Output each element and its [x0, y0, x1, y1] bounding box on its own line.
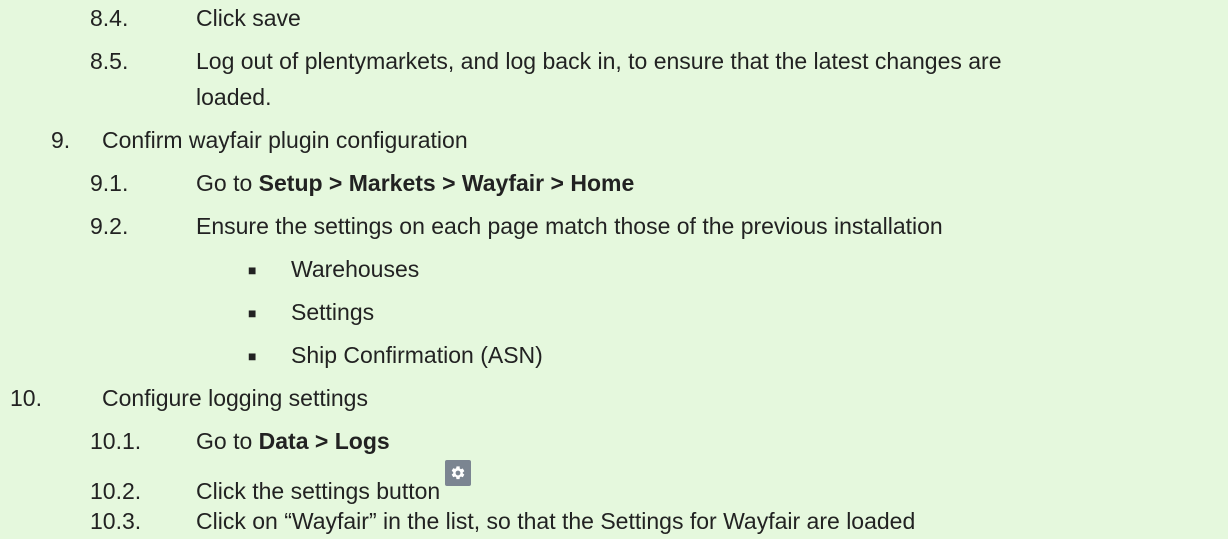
item-number: 10. — [10, 385, 42, 411]
settings-button[interactable] — [445, 460, 471, 486]
item-text: Warehouses — [291, 256, 420, 282]
item-text: Configure logging settings — [102, 385, 368, 411]
item-number: 8.4. — [90, 5, 129, 31]
item-number: 10.2. — [90, 478, 142, 504]
item-number: 9. — [51, 127, 71, 153]
item-text: Log out of plentymarkets, and log back i… — [196, 48, 1002, 74]
item-text: Click on “Wayfair” in the list, so that … — [196, 508, 916, 534]
bullet-square-icon: ■ — [248, 305, 257, 321]
item-number: 10.1. — [90, 428, 142, 454]
menu-path: Data > Logs — [258, 428, 390, 454]
menu-path: Setup > Markets > Wayfair > Home — [258, 170, 635, 196]
item-number: 8.5. — [90, 48, 129, 74]
item-text: Go to Data > Logs — [196, 427, 390, 455]
item-text: Ship Confirmation (ASN) — [291, 342, 543, 368]
item-text: Confirm wayfair plugin configuration — [102, 127, 468, 153]
item-text-continuation: loaded. — [196, 84, 272, 110]
item-text-prefix: Go to — [196, 428, 259, 454]
item-text: Click the settings button — [196, 478, 441, 504]
item-number: 10.3. — [90, 508, 142, 534]
item-text: Ensure the settings on each page match t… — [196, 213, 943, 239]
item-text: Click save — [196, 5, 301, 31]
bullet-square-icon: ■ — [248, 348, 257, 364]
bullet-square-icon: ■ — [248, 262, 257, 278]
item-number: 9.2. — [90, 213, 129, 239]
item-text: Go to Setup > Markets > Wayfair > Home — [196, 169, 634, 197]
item-text: Settings — [291, 299, 375, 325]
item-text-prefix: Go to — [196, 170, 259, 196]
item-number: 9.1. — [90, 170, 129, 196]
gear-icon — [451, 466, 465, 480]
